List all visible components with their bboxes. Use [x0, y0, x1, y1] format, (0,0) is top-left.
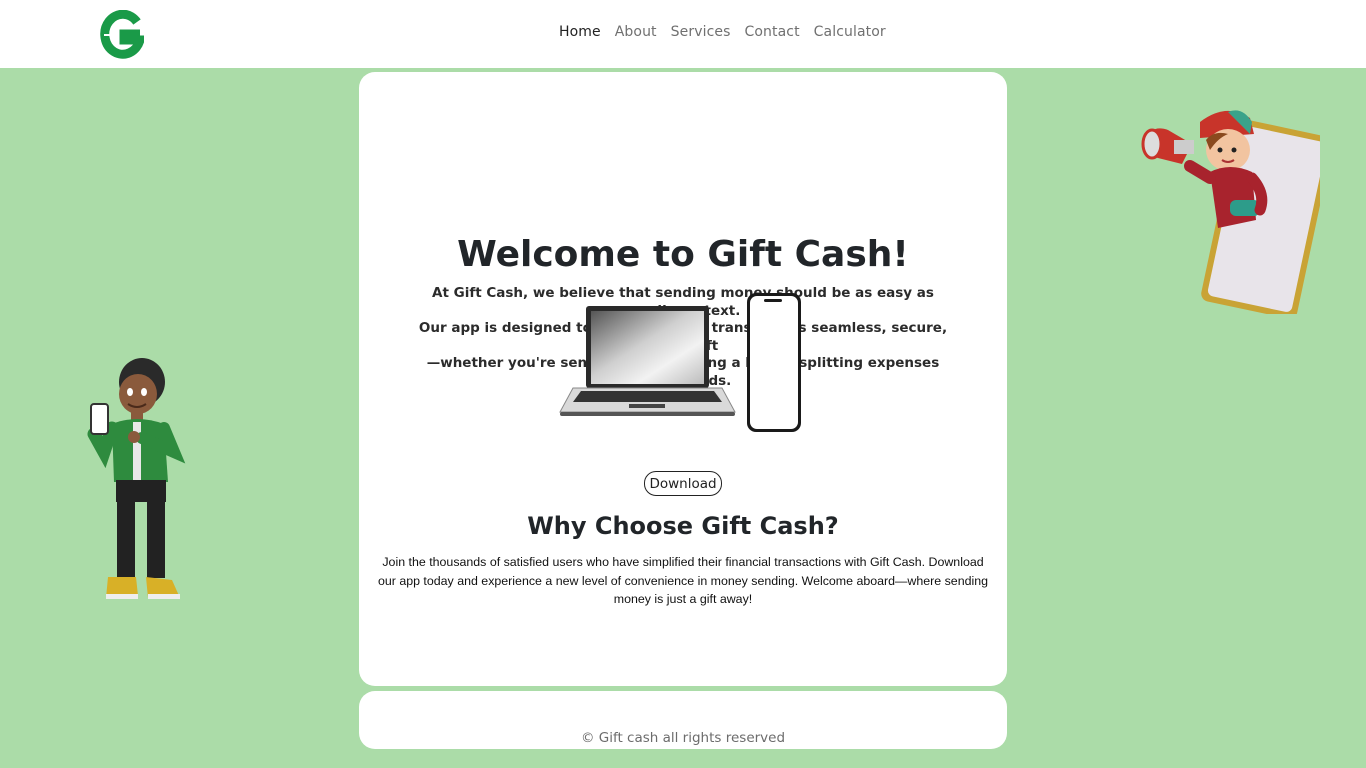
logo-icon[interactable]	[100, 10, 144, 60]
page-title: Welcome to Gift Cash!	[457, 234, 909, 275]
nav-calculator[interactable]: Calculator	[814, 24, 886, 40]
nav-about[interactable]: About	[615, 24, 657, 40]
nav-home[interactable]: Home	[559, 24, 601, 40]
nav-contact[interactable]: Contact	[745, 24, 800, 40]
why-text: Join the thousands of satisfied users wh…	[377, 555, 989, 606]
download-button[interactable]: Download	[644, 471, 722, 496]
nav-services[interactable]: Services	[671, 24, 731, 40]
hero-card: Welcome to Gift Cash! At Gift Cash, we b…	[359, 72, 1007, 686]
navbar: Home About Services Contact Calculator	[0, 0, 1366, 68]
man-with-phone-illustration	[87, 358, 186, 599]
footer: © Gift cash all rights reserved	[359, 691, 1007, 749]
why-title: Why Choose Gift Cash?	[527, 512, 839, 540]
main-nav: Home About Services Contact Calculator	[552, 24, 893, 40]
boy-with-megaphone-illustration	[1141, 110, 1320, 314]
footer-copyright: © Gift cash all rights reserved	[580, 730, 786, 746]
laptop-phone-illustration	[559, 293, 801, 432]
